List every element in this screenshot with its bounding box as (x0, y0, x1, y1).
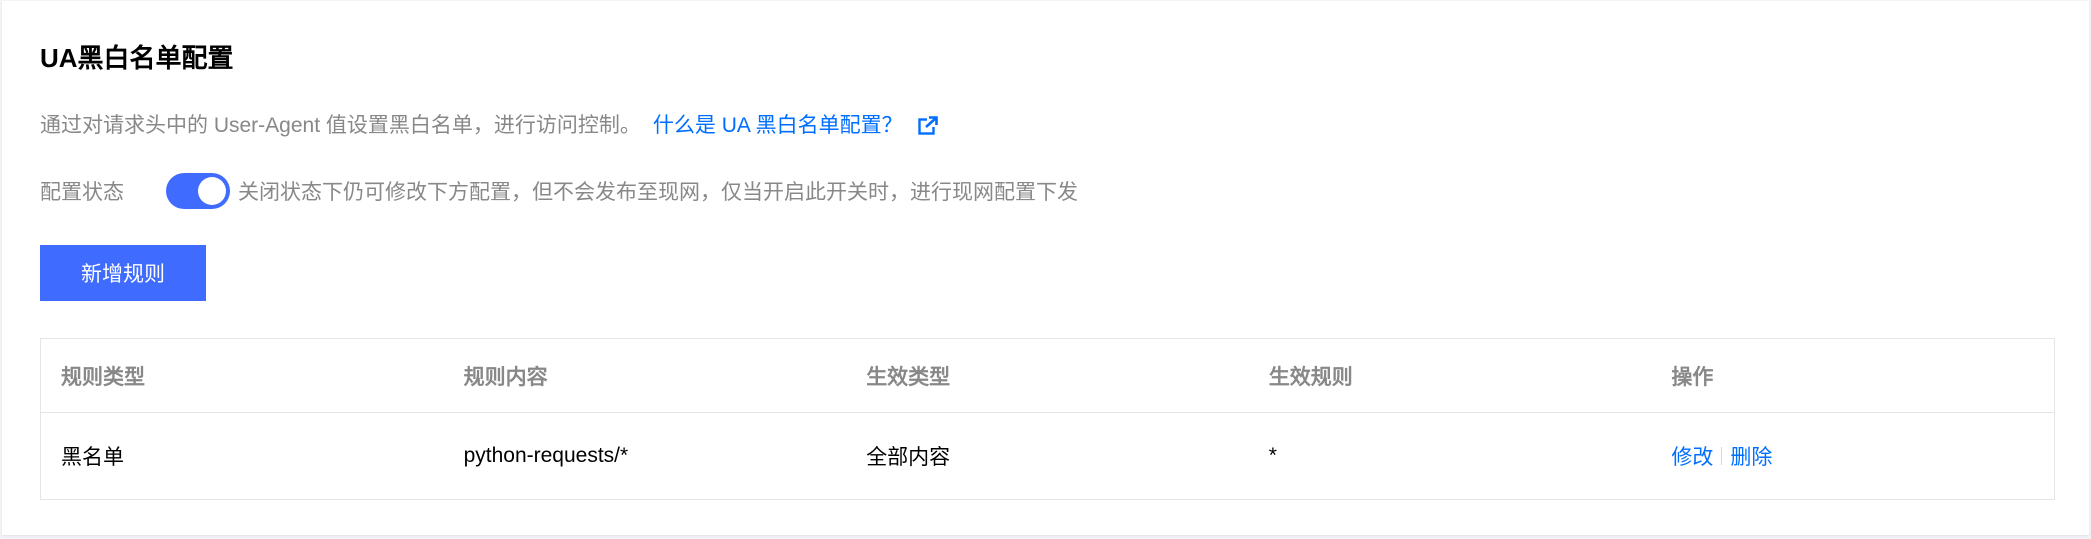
table-row: 黑名单 python-requests/* 全部内容 * 修改 删除 (41, 413, 2054, 499)
help-link[interactable]: 什么是 UA 黑白名单配置？ (653, 111, 903, 141)
column-header-rule-type: 规则类型 (61, 365, 145, 389)
config-status-row: 配置状态 关闭状态下仍可修改下方配置，但不会发布至现网，仅当开启此开关时，进行现… (40, 171, 1078, 211)
edit-rule-link[interactable]: 修改 (1671, 441, 1713, 471)
cell-actions: 修改 删除 (1651, 441, 2054, 471)
config-status-hint: 关闭状态下仍可修改下方配置，但不会发布至现网，仅当开启此开关时，进行现网配置下发 (238, 181, 1078, 204)
cell-rule-content: python-requests/* (463, 444, 629, 467)
description-text: 通过对请求头中的 User-Agent 值设置黑白名单，进行访问控制。 (40, 114, 641, 137)
description-row: 通过对请求头中的 User-Agent 值设置黑白名单，进行访问控制。 什么是 … (40, 111, 939, 141)
external-link-icon[interactable] (917, 115, 939, 137)
rules-table: 规则类型 规则内容 生效类型 生效规则 操作 黑名单 python-reques… (40, 338, 2055, 500)
table-header: 规则类型 规则内容 生效类型 生效规则 操作 (41, 339, 2054, 413)
cell-effect-rule: * (1268, 444, 1277, 467)
column-header-effect-type: 生效类型 (866, 365, 951, 389)
page-title: UA黑白名单配置 (40, 43, 234, 73)
delete-rule-link[interactable]: 删除 (1730, 441, 1772, 471)
ua-config-card: UA黑白名单配置 通过对请求头中的 User-Agent 值设置黑白名单，进行访… (2, 1, 2089, 535)
action-divider (1721, 447, 1723, 465)
config-status-label: 配置状态 (40, 181, 124, 204)
add-rule-button[interactable]: 新增规则 (40, 245, 206, 301)
cell-rule-type: 黑名单 (61, 446, 124, 469)
config-status-toggle[interactable] (166, 173, 230, 209)
column-header-rule-content: 规则内容 (463, 365, 548, 389)
column-header-actions: 操作 (1671, 365, 1714, 389)
toggle-knob (198, 177, 226, 205)
cell-effect-type: 全部内容 (866, 446, 951, 469)
column-header-effect-rule: 生效规则 (1268, 365, 1353, 389)
